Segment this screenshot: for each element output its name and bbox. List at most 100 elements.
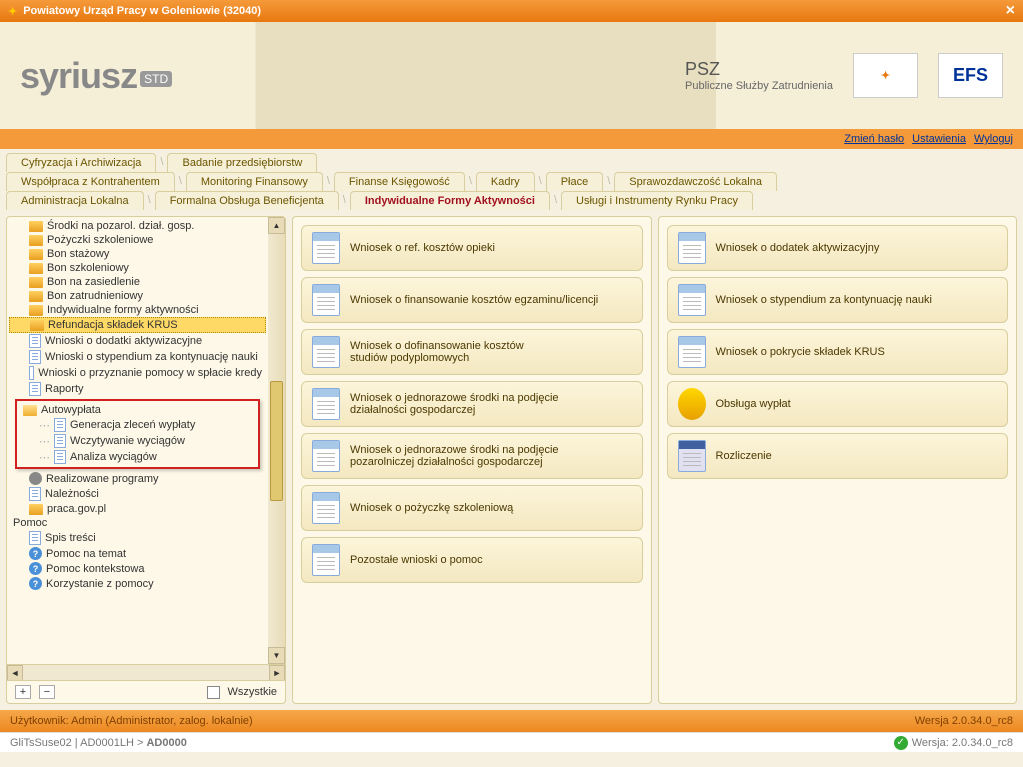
window-title: Powiatowy Urząd Pracy w Goleniowie (3204… — [23, 5, 261, 17]
document-icon — [312, 544, 340, 576]
action-button[interactable]: Wniosek o pożyczkę szkoleniową — [301, 485, 643, 531]
tree-item[interactable]: ⋯Generacja zleceń wypłaty — [19, 417, 256, 433]
tab[interactable]: Administracja Lokalna — [6, 191, 144, 210]
logo-text: syriusz — [20, 55, 137, 96]
tab[interactable]: Formalna Obsługa Beneficjenta — [155, 191, 339, 210]
folder-icon — [29, 291, 43, 302]
status-bar: Użytkownik: Admin (Administrator, zalog.… — [0, 710, 1023, 732]
highlighted-group: Autowypłata⋯Generacja zleceń wypłaty⋯Wcz… — [15, 399, 260, 469]
tab[interactable]: Badanie przedsiębiorstw — [167, 153, 317, 172]
scroll-down-icon[interactable]: ▼ — [268, 647, 285, 664]
scroll-left-icon[interactable]: ◄ — [7, 665, 23, 681]
document-icon — [29, 334, 41, 348]
document-icon — [312, 440, 340, 472]
tab[interactable]: Kadry — [476, 172, 535, 191]
scroll-right-icon[interactable]: ► — [269, 665, 285, 681]
link-logout[interactable]: Wyloguj — [974, 133, 1013, 145]
folder-icon — [29, 249, 43, 260]
action-button[interactable]: Wniosek o dofinansowanie kosztówstudiów … — [301, 329, 643, 375]
document-icon — [54, 450, 66, 464]
action-button[interactable]: Obsługa wypłat — [667, 381, 1009, 427]
tree-item[interactable]: Bon zatrudnieniowy — [9, 289, 266, 303]
folder-icon — [29, 277, 43, 288]
tree-item[interactable]: Indywidualne formy aktywności — [9, 303, 266, 317]
badge-efs: EFS — [938, 53, 1003, 98]
action-button[interactable]: Wniosek o stypendium za kontynuację nauk… — [667, 277, 1009, 323]
help-icon: ? — [29, 547, 42, 560]
tab[interactable]: Monitoring Finansowy — [186, 172, 323, 191]
tree-item[interactable]: ?Pomoc na temat — [9, 546, 266, 561]
footer-host: GliTsSuse02 | AD0001LH > AD0000 — [10, 737, 187, 749]
folder-icon — [29, 221, 43, 232]
expand-button[interactable]: + — [15, 685, 31, 699]
tab[interactable]: Usługi i Instrumenty Rynku Pracy — [561, 191, 753, 210]
all-label: Wszystkie — [228, 686, 278, 698]
all-checkbox[interactable] — [207, 686, 220, 699]
scroll-thumb[interactable] — [270, 381, 283, 501]
action-button[interactable]: Rozliczenie — [667, 433, 1009, 479]
folder-icon — [29, 504, 43, 515]
document-icon — [312, 336, 340, 368]
header: syriusz STD PSZ Publiczne Służby Zatrudn… — [0, 22, 1023, 129]
status-user: Użytkownik: Admin (Administrator, zalog.… — [10, 715, 253, 727]
link-change-password[interactable]: Zmień hasło — [844, 133, 904, 145]
document-icon — [29, 366, 34, 380]
tree-item[interactable]: Wnioski o dodatki aktywizacyjne — [9, 333, 266, 349]
action-button[interactable]: Wniosek o dodatek aktywizacyjny — [667, 225, 1009, 271]
tree-item[interactable]: praca.gov.pl — [9, 502, 266, 516]
document-icon — [312, 388, 340, 420]
tab[interactable]: Płace — [546, 172, 604, 191]
badge-syriusz: ✦ — [853, 53, 918, 98]
tree-item[interactable]: Spis treści — [9, 530, 266, 546]
money-icon — [678, 388, 706, 420]
tree-item[interactable]: ⋯Analiza wyciągów — [19, 449, 256, 465]
doc-icon — [678, 284, 706, 316]
tab[interactable]: Finanse Księgowość — [334, 172, 465, 191]
tree-scrollbar-vertical[interactable]: ▲ ▼ — [268, 217, 285, 664]
header-links: Zmień hasło Ustawienia Wyloguj — [0, 129, 1023, 149]
tree-item[interactable]: Pożyczki szkoleniowe — [9, 233, 266, 247]
tree-item[interactable]: Raporty — [9, 381, 266, 397]
calc-icon — [678, 440, 706, 472]
tab[interactable]: Współpraca z Kontrahentem — [6, 172, 175, 191]
tree-item[interactable]: ⋯Wczytywanie wyciągów — [19, 433, 256, 449]
tree-item[interactable]: Refundacja składek KRUS — [9, 317, 266, 333]
tab[interactable]: Cyfryzacja i Archiwizacja — [6, 153, 156, 172]
tree-item[interactable]: Autowypłata — [19, 403, 256, 417]
logo: syriusz STD — [20, 55, 250, 97]
folder-icon — [29, 263, 43, 274]
collapse-button[interactable]: − — [39, 685, 55, 699]
left-pane: Środki na pozarol. dział. gosp.Pożyczki … — [6, 216, 286, 704]
tab[interactable]: Indywidualne Formy Aktywności — [350, 191, 550, 210]
action-button[interactable]: Wniosek o finansowanie kosztów egzaminu/… — [301, 277, 643, 323]
action-button[interactable]: Wniosek o jednorazowe środki na podjęcie… — [301, 433, 643, 479]
tree-item[interactable]: Wnioski o przyznanie pomocy w spłacie kr… — [9, 365, 266, 381]
document-icon — [54, 434, 66, 448]
tree-item[interactable]: Należności — [9, 486, 266, 502]
tree-item[interactable]: Wnioski o stypendium za kontynuację nauk… — [9, 349, 266, 365]
tree-item[interactable]: Bon szkoleniowy — [9, 261, 266, 275]
action-button[interactable]: Wniosek o pokrycie składek KRUS — [667, 329, 1009, 375]
folder-icon — [30, 320, 44, 331]
tree-item[interactable]: Bon na zasiedlenie — [9, 275, 266, 289]
link-settings[interactable]: Ustawienia — [912, 133, 966, 145]
tree-item[interactable]: ?Pomoc kontekstowa — [9, 561, 266, 576]
folder-open-icon — [23, 405, 37, 416]
scroll-up-icon[interactable]: ▲ — [268, 217, 285, 234]
tree-item[interactable]: Środki na pozarol. dział. gosp. — [9, 219, 266, 233]
tree-scrollbar-horizontal[interactable]: ◄ ► — [7, 664, 285, 680]
document-icon — [29, 487, 41, 501]
button-column-1: Wniosek o ref. kosztów opieki Wniosek o f… — [292, 216, 652, 704]
tab[interactable]: Sprawozdawczość Lokalna — [614, 172, 777, 191]
action-button[interactable]: Pozostałe wnioski o pomoc — [301, 537, 643, 583]
action-button[interactable]: Wniosek o ref. kosztów opieki — [301, 225, 643, 271]
tree-item[interactable]: Realizowane programy — [9, 471, 266, 486]
button-column-2: Wniosek o dodatek aktywizacyjny Wniosek o… — [658, 216, 1018, 704]
tree[interactable]: Środki na pozarol. dział. gosp.Pożyczki … — [7, 217, 268, 664]
tree-item[interactable]: ?Korzystanie z pomocy — [9, 576, 266, 591]
tree-item[interactable]: Bon stażowy — [9, 247, 266, 261]
action-button[interactable]: Wniosek o jednorazowe środki na podjęcie… — [301, 381, 643, 427]
close-icon[interactable]: × — [1006, 2, 1015, 20]
help-icon: ? — [29, 577, 42, 590]
tabs: Cyfryzacja i Archiwizacja\Badanie przeds… — [0, 149, 1023, 210]
